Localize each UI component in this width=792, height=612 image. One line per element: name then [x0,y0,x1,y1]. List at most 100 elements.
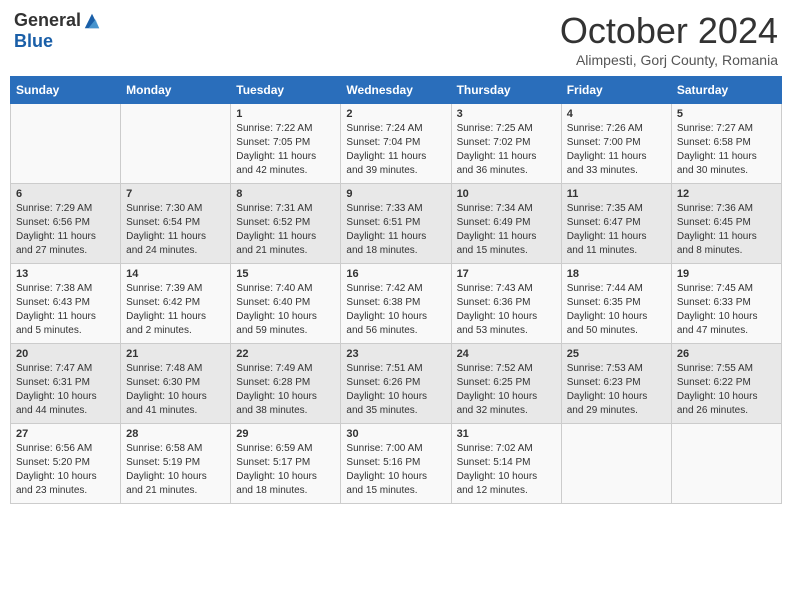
calendar-cell: 16Sunrise: 7:42 AMSunset: 6:38 PMDayligh… [341,264,451,344]
day-number: 17 [457,268,556,280]
day-info: Sunrise: 7:43 AMSunset: 6:36 PMDaylight:… [457,282,556,338]
day-info: Sunrise: 7:38 AMSunset: 6:43 PMDaylight:… [16,282,115,338]
day-number: 6 [16,188,115,200]
day-info: Sunrise: 7:26 AMSunset: 7:00 PMDaylight:… [567,122,666,178]
calendar-table: SundayMondayTuesdayWednesdayThursdayFrid… [10,76,782,504]
calendar-cell: 22 Sunrise: 7:49 AMSunset: 6:28 PMDayligh… [231,344,341,424]
day-number: 12 [677,188,776,200]
calendar-week-2: 13 Sunrise: 7:38 AMSunset: 6:43 PMDayligh… [11,264,782,344]
day-number: 18 [567,268,666,280]
month-title: October 2024 [560,10,778,52]
calendar-cell: 11Sunrise: 7:35 AMSunset: 6:47 PMDayligh… [561,184,671,264]
day-number: 13 [16,268,115,280]
calendar-cell: 8 Sunrise: 7:31 AMSunset: 6:52 PMDaylight… [231,184,341,264]
calendar-cell [561,424,671,504]
day-number: 10 [457,188,556,200]
day-info: Sunrise: 7:29 AMSunset: 6:56 PMDaylight:… [16,202,115,258]
day-info: Sunrise: 7:24 AMSunset: 7:04 PMDaylight:… [346,122,445,178]
day-number: 4 [567,108,666,120]
day-info: Sunrise: 7:02 AMSunset: 5:14 PMDaylight:… [457,442,556,498]
header-saturday: Saturday [671,77,781,104]
calendar-week-4: 27 Sunrise: 6:56 AMSunset: 5:20 PMDayligh… [11,424,782,504]
calendar-cell [11,104,121,184]
calendar-cell: 18Sunrise: 7:44 AMSunset: 6:35 PMDayligh… [561,264,671,344]
day-info: Sunrise: 7:31 AMSunset: 6:52 PMDaylight:… [236,202,335,258]
day-info: Sunrise: 7:30 AMSunset: 6:54 PMDaylight:… [126,202,225,258]
day-number: 19 [677,268,776,280]
day-number: 14 [126,268,225,280]
calendar-cell: 6 Sunrise: 7:29 AMSunset: 6:56 PMDaylight… [11,184,121,264]
calendar-week-1: 6 Sunrise: 7:29 AMSunset: 6:56 PMDaylight… [11,184,782,264]
calendar-cell: 24 Sunrise: 7:52 AMSunset: 6:25 PMDayligh… [451,344,561,424]
day-info: Sunrise: 7:52 AMSunset: 6:25 PMDaylight:… [457,362,556,418]
day-number: 28 [126,428,225,440]
calendar-cell: 31 Sunrise: 7:02 AMSunset: 5:14 PMDayligh… [451,424,561,504]
calendar-cell: 27 Sunrise: 6:56 AMSunset: 5:20 PMDayligh… [11,424,121,504]
day-number: 7 [126,188,225,200]
logo: General Blue [14,10,101,52]
day-info: Sunrise: 7:39 AMSunset: 6:42 PMDaylight:… [126,282,225,338]
day-info: Sunrise: 7:33 AMSunset: 6:51 PMDaylight:… [346,202,445,258]
page-header: General Blue October 2024 Alimpesti, Gor… [10,10,782,68]
calendar-cell: 5 Sunrise: 7:27 AMSunset: 6:58 PMDaylight… [671,104,781,184]
day-number: 23 [346,348,445,360]
day-number: 1 [236,108,335,120]
calendar-cell: 9 Sunrise: 7:33 AMSunset: 6:51 PMDaylight… [341,184,451,264]
calendar-cell: 23 Sunrise: 7:51 AMSunset: 6:26 PMDayligh… [341,344,451,424]
calendar-cell: 14 Sunrise: 7:39 AMSunset: 6:42 PMDayligh… [121,264,231,344]
title-section: October 2024 Alimpesti, Gorj County, Rom… [560,10,778,68]
logo-icon [83,12,101,30]
calendar-cell: 4 Sunrise: 7:26 AMSunset: 7:00 PMDaylight… [561,104,671,184]
logo-general-text: General [14,10,81,31]
day-number: 21 [126,348,225,360]
calendar-cell: 15Sunrise: 7:40 AMSunset: 6:40 PMDayligh… [231,264,341,344]
day-number: 25 [567,348,666,360]
day-number: 8 [236,188,335,200]
calendar-week-3: 20Sunrise: 7:47 AMSunset: 6:31 PMDayligh… [11,344,782,424]
calendar-cell: 17 Sunrise: 7:43 AMSunset: 6:36 PMDayligh… [451,264,561,344]
calendar-cell: 10 Sunrise: 7:34 AMSunset: 6:49 PMDayligh… [451,184,561,264]
day-number: 3 [457,108,556,120]
calendar-cell: 13 Sunrise: 7:38 AMSunset: 6:43 PMDayligh… [11,264,121,344]
day-number: 2 [346,108,445,120]
header-monday: Monday [121,77,231,104]
header-wednesday: Wednesday [341,77,451,104]
calendar-cell [671,424,781,504]
day-info: Sunrise: 7:36 AMSunset: 6:45 PMDaylight:… [677,202,776,258]
day-info: Sunrise: 7:25 AMSunset: 7:02 PMDaylight:… [457,122,556,178]
calendar-cell [121,104,231,184]
day-number: 27 [16,428,115,440]
day-info: Sunrise: 7:34 AMSunset: 6:49 PMDaylight:… [457,202,556,258]
day-info: Sunrise: 7:55 AMSunset: 6:22 PMDaylight:… [677,362,776,418]
day-info: Sunrise: 7:45 AMSunset: 6:33 PMDaylight:… [677,282,776,338]
day-number: 29 [236,428,335,440]
header-friday: Friday [561,77,671,104]
calendar-cell: 3 Sunrise: 7:25 AMSunset: 7:02 PMDaylight… [451,104,561,184]
day-info: Sunrise: 7:51 AMSunset: 6:26 PMDaylight:… [346,362,445,418]
day-info: Sunrise: 7:49 AMSunset: 6:28 PMDaylight:… [236,362,335,418]
day-info: Sunrise: 6:56 AMSunset: 5:20 PMDaylight:… [16,442,115,498]
day-number: 5 [677,108,776,120]
day-number: 9 [346,188,445,200]
day-info: Sunrise: 7:22 AMSunset: 7:05 PMDaylight:… [236,122,335,178]
calendar-cell: 2 Sunrise: 7:24 AMSunset: 7:04 PMDaylight… [341,104,451,184]
calendar-cell: 29 Sunrise: 6:59 AMSunset: 5:17 PMDayligh… [231,424,341,504]
day-number: 26 [677,348,776,360]
calendar-cell: 12 Sunrise: 7:36 AMSunset: 6:45 PMDayligh… [671,184,781,264]
day-number: 24 [457,348,556,360]
day-number: 30 [346,428,445,440]
calendar-cell: 1 Sunrise: 7:22 AMSunset: 7:05 PMDaylight… [231,104,341,184]
header-tuesday: Tuesday [231,77,341,104]
day-info: Sunrise: 6:59 AMSunset: 5:17 PMDaylight:… [236,442,335,498]
day-number: 22 [236,348,335,360]
calendar-cell: 7 Sunrise: 7:30 AMSunset: 6:54 PMDaylight… [121,184,231,264]
location: Alimpesti, Gorj County, Romania [560,52,778,68]
calendar-cell: 30Sunrise: 7:00 AMSunset: 5:16 PMDayligh… [341,424,451,504]
day-info: Sunrise: 7:53 AMSunset: 6:23 PMDaylight:… [567,362,666,418]
calendar-cell: 21Sunrise: 7:48 AMSunset: 6:30 PMDayligh… [121,344,231,424]
day-info: Sunrise: 7:27 AMSunset: 6:58 PMDaylight:… [677,122,776,178]
logo-blue-text: Blue [14,31,53,52]
day-info: Sunrise: 7:42 AMSunset: 6:38 PMDaylight:… [346,282,445,338]
calendar-cell: 20Sunrise: 7:47 AMSunset: 6:31 PMDayligh… [11,344,121,424]
day-number: 31 [457,428,556,440]
